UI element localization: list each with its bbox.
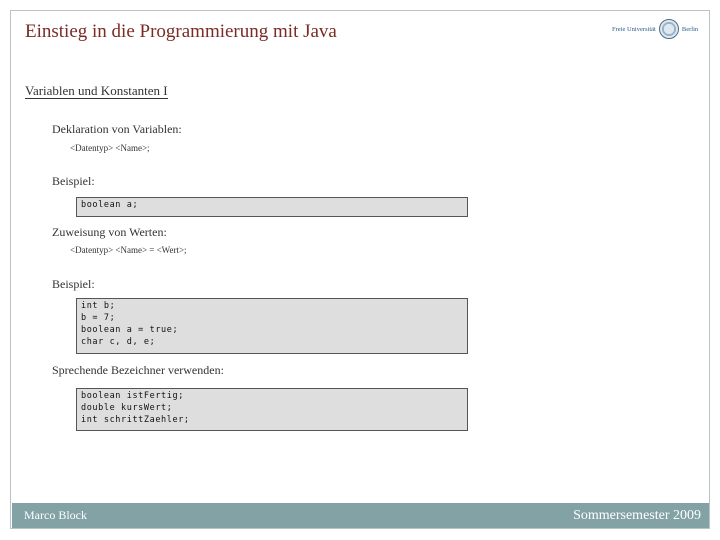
footer-author: Marco Block — [24, 508, 87, 522]
section-heading-identifiers: Sprechende Bezeichner verwenden: — [52, 363, 224, 377]
code-block-identifiers: boolean istFertig; double kursWert; int … — [76, 388, 468, 431]
university-logo: Freie Universität Berlin — [612, 16, 704, 42]
syntax-declaration: <Datentyp> <Name>; — [70, 143, 150, 153]
code-line: double kursWert; — [81, 403, 173, 413]
slide-subtitle: Variablen und Konstanten I — [25, 83, 168, 99]
footer-semester: Sommersemester 2009 — [573, 508, 701, 523]
syntax-assignment: <Datentyp> <Name> = <Wert>; — [70, 245, 187, 255]
code-line: int b; — [81, 301, 116, 311]
code-block-example-1: boolean a; — [76, 197, 468, 217]
code-line: boolean istFertig; — [81, 391, 184, 401]
logo-left-text: Freie Universität — [612, 25, 656, 33]
section-heading-example-2: Beispiel: — [52, 277, 95, 291]
section-heading-example-1: Beispiel: — [52, 174, 95, 188]
code-line: boolean a = true; — [81, 325, 179, 335]
code-block-example-2: int b; b = 7; boolean a = true; char c, … — [76, 298, 468, 354]
code-line: int schrittZaehler; — [81, 415, 190, 425]
logo-right-text: Berlin — [681, 25, 699, 33]
university-seal-icon — [658, 19, 679, 39]
code-line: boolean a; — [81, 200, 139, 210]
section-heading-declaration: Deklaration von Variablen: — [52, 122, 182, 136]
slide-title: Einstieg in die Programmierung mit Java — [25, 21, 337, 42]
section-heading-assignment: Zuweisung von Werten: — [52, 225, 167, 239]
code-line: char c, d, e; — [81, 337, 156, 347]
code-line: b = 7; — [81, 313, 116, 323]
slide-footer: Marco Block Sommersemester 2009 — [12, 503, 709, 528]
